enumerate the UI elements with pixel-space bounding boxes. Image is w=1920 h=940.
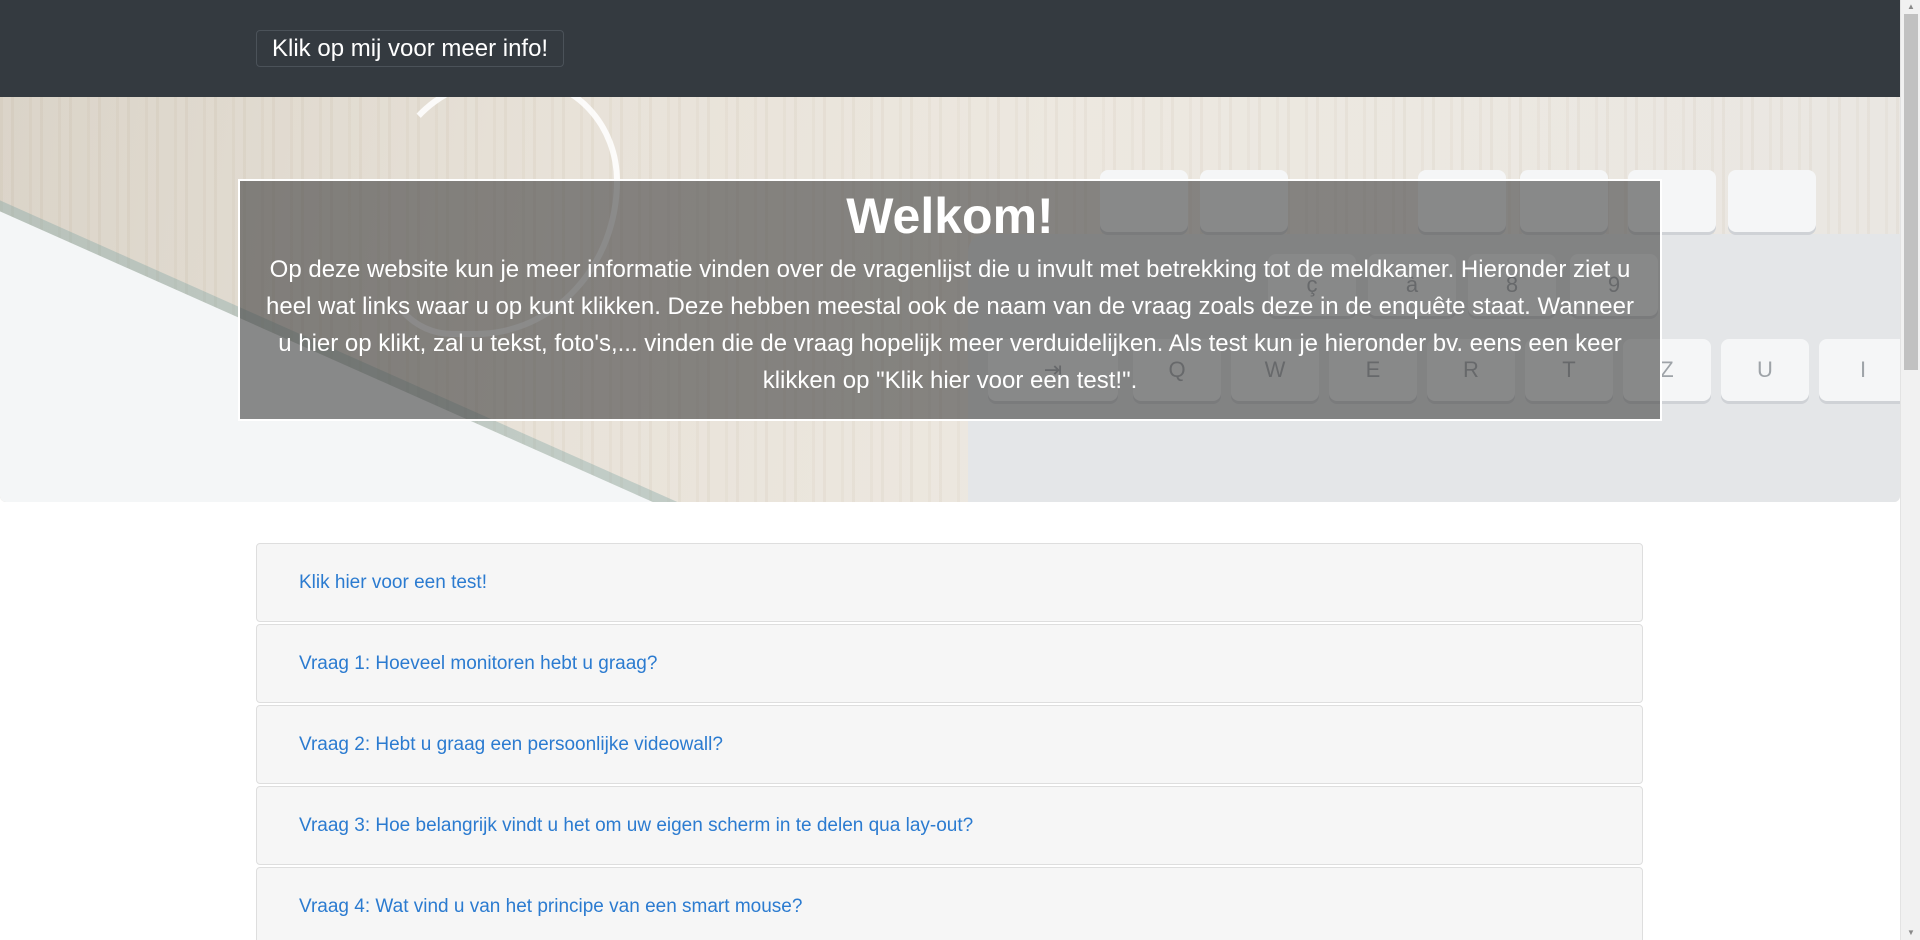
more-info-button[interactable]: Klik op mij voor meer info! [256,30,565,67]
accordion-item-question-2[interactable]: Vraag 2: Hebt u graag een persoonlijke v… [256,705,1643,784]
accordion-item-test[interactable]: Klik hier voor een test! [256,543,1643,622]
welcome-panel: Welkom! Op deze website kun je meer info… [238,179,1662,421]
hero-banner: 8 9 à ç ⇥ Q W E R T Z U I Welkom! Op dez… [0,97,1900,502]
scroll-up-arrow-icon[interactable]: ▲ [1901,0,1920,14]
accordion-item-question-4[interactable]: Vraag 4: Wat vind u van het principe van… [256,867,1643,940]
welcome-text: Op deze website kun je meer informatie v… [266,256,1634,394]
scrollbar-thumb[interactable] [1904,14,1918,370]
keyboard-key: U [1721,339,1809,401]
page: Klik op mij voor meer info! 8 9 à ç ⇥ Q … [0,0,1900,940]
scroll-down-arrow-icon[interactable]: ▼ [1901,926,1920,940]
accordion-item-question-1[interactable]: Vraag 1: Hoeveel monitoren hebt u graag? [256,624,1643,703]
accordion-item-question-3[interactable]: Vraag 3: Hoe belangrijk vindt u het om u… [256,786,1643,865]
navbar: Klik op mij voor meer info! [0,0,1900,97]
question-accordion: Klik hier voor een test! Vraag 1: Hoevee… [256,543,1643,940]
welcome-title: Welkom! [846,188,1054,244]
vertical-scrollbar[interactable]: ▲ ▼ [1900,0,1920,940]
keyboard-key: I [1819,339,1900,401]
keyboard-key [1728,170,1816,232]
